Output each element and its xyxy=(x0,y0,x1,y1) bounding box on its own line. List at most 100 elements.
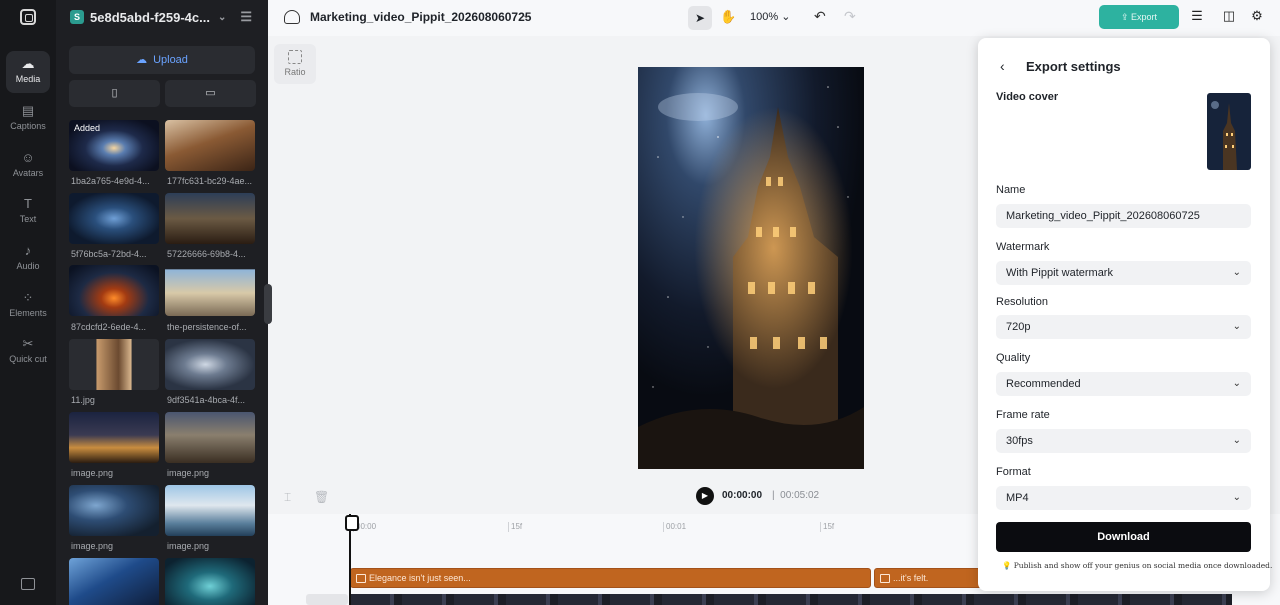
app-logo-icon[interactable] xyxy=(20,9,36,25)
media-item-label: 1ba2a765-4e9d-4... xyxy=(71,176,150,186)
chevron-down-icon: ⌄ xyxy=(1232,492,1241,503)
portrait-filter-button[interactable]: ▯ xyxy=(69,80,160,107)
media-item-label: image.png xyxy=(167,541,210,551)
landscape-filter-button[interactable]: ▭ xyxy=(165,80,256,107)
undo-icon[interactable]: ↶ xyxy=(814,8,826,25)
chevron-down-icon[interactable]: ⌄ xyxy=(522,10,530,21)
rail-item-audio[interactable]: ♪ Audio xyxy=(6,238,50,280)
delete-icon[interactable]: 🗑 xyxy=(314,490,329,504)
video-track-filmstrip[interactable] xyxy=(350,594,1232,605)
media-thumbnail[interactable] xyxy=(69,339,159,390)
frame-rate-select[interactable]: 30fps ⌄ xyxy=(996,429,1251,453)
rail-item-captions[interactable]: ▤ Captions xyxy=(6,98,50,140)
media-thumbnail[interactable] xyxy=(165,120,255,171)
name-field[interactable]: Marketing_video_Pippit_202608060725 xyxy=(996,204,1251,228)
media-item-label: image.png xyxy=(71,541,114,551)
media-thumbnail[interactable] xyxy=(165,193,255,244)
rail-item-label: Audio xyxy=(16,261,40,271)
rail-item-label: Text xyxy=(19,214,37,224)
video-cover-thumbnail[interactable] xyxy=(1207,93,1251,170)
rail-item-label: Elements xyxy=(9,308,47,318)
rail-item-media[interactable]: ☁ Media xyxy=(6,51,50,93)
rail-item-avatars[interactable]: ☺ Avatars xyxy=(6,145,50,187)
redo-icon: ↷ xyxy=(844,8,856,24)
media-item-label: 5f76bc5a-72bd-4... xyxy=(71,249,147,259)
publish-note-text: Publish and show off your genius on soci… xyxy=(1013,561,1273,570)
format-label: Format xyxy=(996,466,1031,478)
video-cover-label: Video cover xyxy=(996,91,1059,103)
export-settings-panel: ‹ Export settings Video cover Name Marke… xyxy=(978,38,1272,591)
play-button[interactable]: ▶ xyxy=(696,487,714,505)
back-arrow-icon[interactable]: ‹ xyxy=(1000,58,1005,74)
media-thumbnail[interactable] xyxy=(69,558,159,605)
video-frame-image xyxy=(638,67,864,469)
download-button[interactable]: Download xyxy=(996,522,1251,552)
name-value: Marketing_video_Pippit_202608060725 xyxy=(1006,210,1200,222)
quick-cut-icon: ✂ xyxy=(22,336,34,351)
project-title[interactable]: Marketing_video_Pippit_202608060725 xyxy=(310,10,531,24)
name-label: Name xyxy=(996,184,1026,196)
upload-button[interactable]: ☁ Upload xyxy=(69,46,255,74)
caption-clip[interactable]: Elegance isn't just seen... xyxy=(350,568,871,588)
media-thumbnail[interactable] xyxy=(69,485,159,536)
upload-cloud-icon: ☁ xyxy=(136,54,148,66)
media-thumbnail[interactable] xyxy=(165,412,255,463)
chevron-down-icon[interactable]: ⌄ xyxy=(218,12,226,23)
list-menu-icon[interactable]: ☰ xyxy=(240,9,252,25)
rail-item-elements[interactable]: ⁘ Elements xyxy=(6,285,50,327)
watermark-select[interactable]: With Pippit watermark ⌄ xyxy=(996,261,1251,285)
cloud-save-icon[interactable] xyxy=(284,10,300,24)
export-button[interactable]: ⇪ Export xyxy=(1099,5,1179,29)
video-preview[interactable] xyxy=(638,67,864,469)
quality-label: Quality xyxy=(996,352,1031,364)
publish-note: 💡 Publish and show off your genius on so… xyxy=(1002,561,1272,570)
format-value: MP4 xyxy=(1006,492,1029,504)
keyboard-icon[interactable] xyxy=(21,578,35,590)
zoom-level[interactable]: 100% ⌄ xyxy=(750,10,790,23)
duration-value: 00:05:02 xyxy=(780,490,820,501)
rail-item-text[interactable]: T Text xyxy=(6,191,50,233)
rail-item-label: Media xyxy=(15,74,41,84)
quality-select[interactable]: Recommended ⌄ xyxy=(996,372,1251,396)
rail-item-label: Quick cut xyxy=(9,354,47,364)
media-thumbnail[interactable] xyxy=(165,485,255,536)
resolution-label: Resolution xyxy=(996,296,1048,308)
gear-icon[interactable]: ⚙ xyxy=(1250,9,1264,23)
timeline-tick: 00:00 xyxy=(352,522,377,532)
playhead[interactable] xyxy=(345,514,359,605)
media-thumbnail[interactable] xyxy=(69,193,159,244)
select-cursor-icon[interactable]: ➤ xyxy=(688,6,712,30)
media-item-label: 9df3541a-4bca-4f... xyxy=(167,395,246,405)
ratio-label: Ratio xyxy=(284,67,306,77)
added-badge: Added xyxy=(74,123,101,133)
media-thumbnail[interactable] xyxy=(165,558,255,605)
media-item-label: the-persistence-of... xyxy=(167,322,247,332)
watermark-value: With Pippit watermark xyxy=(1006,267,1113,279)
media-thumbnail[interactable] xyxy=(165,339,255,390)
media-thumbnail[interactable]: Added xyxy=(69,120,159,171)
media-thumbnail[interactable] xyxy=(69,265,159,316)
project-header[interactable]: S 5e8d5abd-f259-4c... ⌄ ☰ xyxy=(70,8,260,26)
top-bar: Marketing_video_Pippit_202608060725 ⌄ ➤ … xyxy=(268,0,1280,36)
layers-icon[interactable]: ☰ xyxy=(1190,9,1204,23)
format-select[interactable]: MP4 ⌄ xyxy=(996,486,1251,510)
media-thumbnail[interactable] xyxy=(69,412,159,463)
project-badge: S xyxy=(70,10,84,24)
layout-panel-icon[interactable]: ◫ xyxy=(1222,9,1236,23)
export-settings-title: Export settings xyxy=(1026,59,1121,74)
hand-pan-icon[interactable]: ✋ xyxy=(720,9,736,25)
rail-item-quick-cut[interactable]: ✂ Quick cut xyxy=(6,331,50,379)
panel-collapse-handle[interactable] xyxy=(264,284,272,324)
media-thumbnail[interactable] xyxy=(165,265,255,316)
playback-bar: ⌶ 🗑 ▶ 00:00:00 | 00:05:02 xyxy=(268,478,978,514)
caption-clip-text: ...it's felt. xyxy=(893,573,929,583)
landscape-icon: ▭ xyxy=(205,87,216,99)
split-icon[interactable]: ⌶ xyxy=(284,490,291,505)
resolution-select[interactable]: 720p ⌄ xyxy=(996,315,1251,339)
export-icon: ⇪ xyxy=(1120,12,1129,22)
ratio-button[interactable]: Ratio xyxy=(274,44,316,84)
track-label xyxy=(306,594,348,605)
caption-clip[interactable]: ...it's felt. xyxy=(874,568,984,588)
time-separator: | xyxy=(772,490,775,501)
current-time: 00:00:00 xyxy=(722,490,763,501)
